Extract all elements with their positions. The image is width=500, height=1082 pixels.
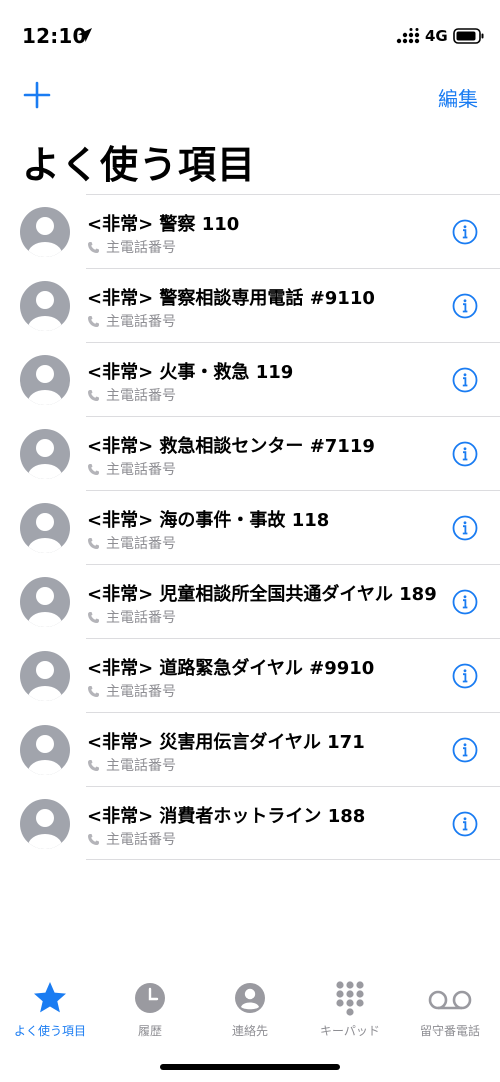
info-icon[interactable] (452, 293, 478, 319)
number-label: 主電話番号 (106, 610, 176, 626)
number-label-row: 主電話番号 (87, 755, 176, 775)
tab-keypad[interactable]: キーパッド (300, 970, 400, 1042)
phone-icon (88, 611, 99, 623)
phone-icon (88, 537, 99, 549)
phone-icon (88, 315, 99, 327)
battery-icon (453, 28, 484, 44)
number-label: 主電話番号 (106, 240, 176, 256)
tab-bar: よく使う項目 履歴 連絡先 キーパッド 留守番電話 (0, 970, 500, 1042)
tab-favorites[interactable]: よく使う項目 (0, 970, 100, 1042)
info-icon[interactable] (452, 515, 478, 541)
number-label-row: 主電話番号 (87, 681, 176, 701)
avatar (20, 725, 70, 775)
phone-icon (88, 685, 99, 697)
page-title: よく使う項目 (22, 143, 257, 187)
number-label: 主電話番号 (106, 832, 176, 848)
phone-icon (88, 463, 99, 475)
number-label-row: 主電話番号 (87, 459, 176, 479)
info-icon[interactable] (452, 367, 478, 393)
avatar (20, 503, 70, 553)
clock-icon (135, 983, 165, 1013)
tab-label: 連絡先 (231, 1024, 268, 1038)
info-icon[interactable] (452, 589, 478, 615)
phone-icon (88, 241, 99, 253)
number-label-row: 主電話番号 (87, 311, 176, 331)
favorites-list: <非常> 警察 110 主電話番号 <非常> 警察相談専用電話 #9110 主電… (0, 194, 500, 860)
number-label-row: 主電話番号 (87, 607, 176, 627)
phone-icon (88, 759, 99, 771)
avatar (20, 799, 70, 849)
info-icon[interactable] (452, 219, 478, 245)
avatar (20, 281, 70, 331)
contact-name: <非常> 児童相談所全国共通ダイヤル 189 (87, 584, 437, 605)
number-label: 主電話番号 (106, 536, 176, 552)
avatar (20, 355, 70, 405)
favorite-row[interactable]: <非常> 消費者ホットライン 188 主電話番号 (20, 786, 500, 860)
avatar (20, 577, 70, 627)
info-icon[interactable] (452, 663, 478, 689)
number-label-row: 主電話番号 (87, 829, 176, 849)
status-bar: 12:10 4G (0, 0, 500, 72)
contact-name: <非常> 海の事件・事故 118 (87, 510, 330, 531)
location-arrow-icon (78, 28, 92, 42)
number-label-row: 主電話番号 (87, 385, 176, 405)
favorite-row[interactable]: <非常> 海の事件・事故 118 主電話番号 (20, 490, 500, 564)
star-icon (34, 982, 66, 1013)
contact-name: <非常> 消費者ホットライン 188 (87, 806, 366, 827)
info-icon[interactable] (452, 737, 478, 763)
number-label-row: 主電話番号 (87, 237, 176, 257)
favorite-row[interactable]: <非常> 火事・救急 119 主電話番号 (20, 342, 500, 416)
contact-name: <非常> 火事・救急 119 (87, 362, 294, 383)
favorite-row[interactable]: <非常> 救急相談センター #7119 主電話番号 (20, 416, 500, 490)
signal-dots-icon (396, 28, 420, 44)
contact-icon (235, 983, 265, 1013)
contact-name: <非常> 道路緊急ダイヤル #9910 (87, 658, 375, 679)
avatar (20, 207, 70, 257)
avatar (20, 429, 70, 479)
favorite-row[interactable]: <非常> 児童相談所全国共通ダイヤル 189 主電話番号 (20, 564, 500, 638)
info-icon[interactable] (452, 441, 478, 467)
tab-label: キーパッド (320, 1024, 380, 1038)
number-label: 主電話番号 (106, 758, 176, 774)
number-label: 主電話番号 (106, 462, 176, 478)
tab-voicemail[interactable]: 留守番電話 (400, 970, 500, 1042)
number-label: 主電話番号 (106, 314, 176, 330)
favorite-row[interactable]: <非常> 警察 110 主電話番号 (20, 194, 500, 268)
phone-icon (88, 833, 99, 845)
tab-label: 履歴 (137, 1024, 162, 1038)
favorite-row[interactable]: <非常> 道路緊急ダイヤル #9910 主電話番号 (20, 638, 500, 712)
tab-label: よく使う項目 (13, 1024, 86, 1038)
tab-contacts[interactable]: 連絡先 (200, 970, 300, 1042)
favorite-row[interactable]: <非常> 警察相談専用電話 #9110 主電話番号 (20, 268, 500, 342)
keypad-icon (336, 981, 364, 1016)
contact-name: <非常> 救急相談センター #7119 (87, 436, 375, 457)
tab-recents[interactable]: 履歴 (100, 970, 200, 1042)
network-type: 4G (425, 27, 448, 45)
phone-icon (88, 389, 99, 401)
contact-name: <非常> 災害用伝言ダイヤル 171 (87, 732, 365, 753)
home-indicator (160, 1064, 340, 1070)
avatar (20, 651, 70, 701)
number-label: 主電話番号 (106, 684, 176, 700)
number-label: 主電話番号 (106, 388, 176, 404)
favorite-row[interactable]: <非常> 災害用伝言ダイヤル 171 主電話番号 (20, 712, 500, 786)
edit-button[interactable]: 編集 (438, 83, 478, 112)
add-icon[interactable] (22, 80, 52, 110)
info-icon[interactable] (452, 811, 478, 837)
contact-name: <非常> 警察相談専用電話 #9110 (87, 288, 375, 309)
contact-name: <非常> 警察 110 (87, 214, 240, 235)
number-label-row: 主電話番号 (87, 533, 176, 553)
voicemail-icon (428, 990, 472, 1010)
tab-label: 留守番電話 (419, 1024, 480, 1038)
